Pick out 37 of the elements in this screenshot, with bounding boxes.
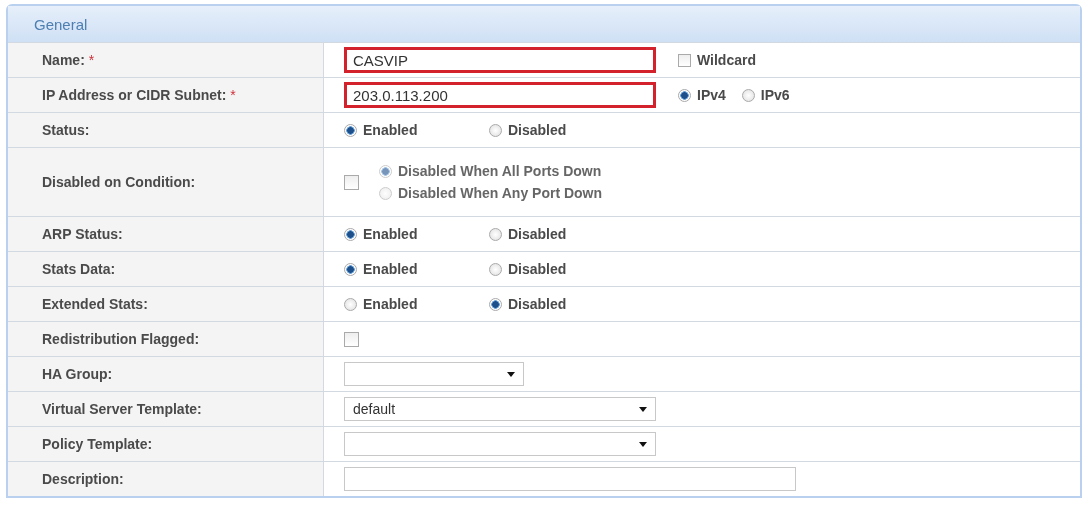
dropdown[interactable] [344,362,524,386]
wildcard-checkbox[interactable]: Wildcard [678,52,756,68]
field-label: Redistribution Flagged: [42,331,200,347]
radio-option[interactable]: IPv6 [741,87,790,103]
field-label: Extended Stats: [42,296,148,312]
dropdown[interactable]: default [344,397,656,421]
input-field[interactable] [344,467,796,491]
section-title: General [34,15,88,33]
field-label: HA Group: [42,366,113,382]
field-label: Name: [42,52,85,68]
radio-option[interactable]: IPv4 [678,87,726,103]
radio-option[interactable]: Disabled [489,261,634,277]
field-label: IP Address or CIDR Subnet: [42,87,227,103]
field-label: Stats Data: [42,261,116,277]
caret-icon [507,371,515,377]
field-label: Disabled on Condition: [42,174,196,190]
radio-option[interactable]: Enabled [344,296,489,312]
field-label: Policy Template: [42,436,153,452]
field-label: ARP Status: [42,226,123,242]
checkbox[interactable] [344,174,359,190]
field-label: Status: [42,122,90,138]
dropdown[interactable] [344,432,656,456]
radio-option[interactable]: Enabled [344,122,489,138]
text-field[interactable]: 203.0.113.200 [344,82,656,108]
caret-icon [639,406,647,412]
checkbox[interactable] [344,331,359,347]
required-mark: * [88,52,95,68]
radio-option[interactable]: Disabled [489,122,634,138]
radio-option[interactable]: Disabled [489,226,634,242]
field-label: Description: [42,471,124,487]
radio-option[interactable]: Enabled [344,261,489,277]
radio-option[interactable]: Enabled [344,226,489,242]
caret-icon [639,441,647,447]
radio-option[interactable]: Disabled [489,296,634,312]
field-label: Virtual Server Template: [42,401,202,417]
required-mark: * [230,87,236,103]
text-field[interactable]: CASVIP [344,47,656,73]
